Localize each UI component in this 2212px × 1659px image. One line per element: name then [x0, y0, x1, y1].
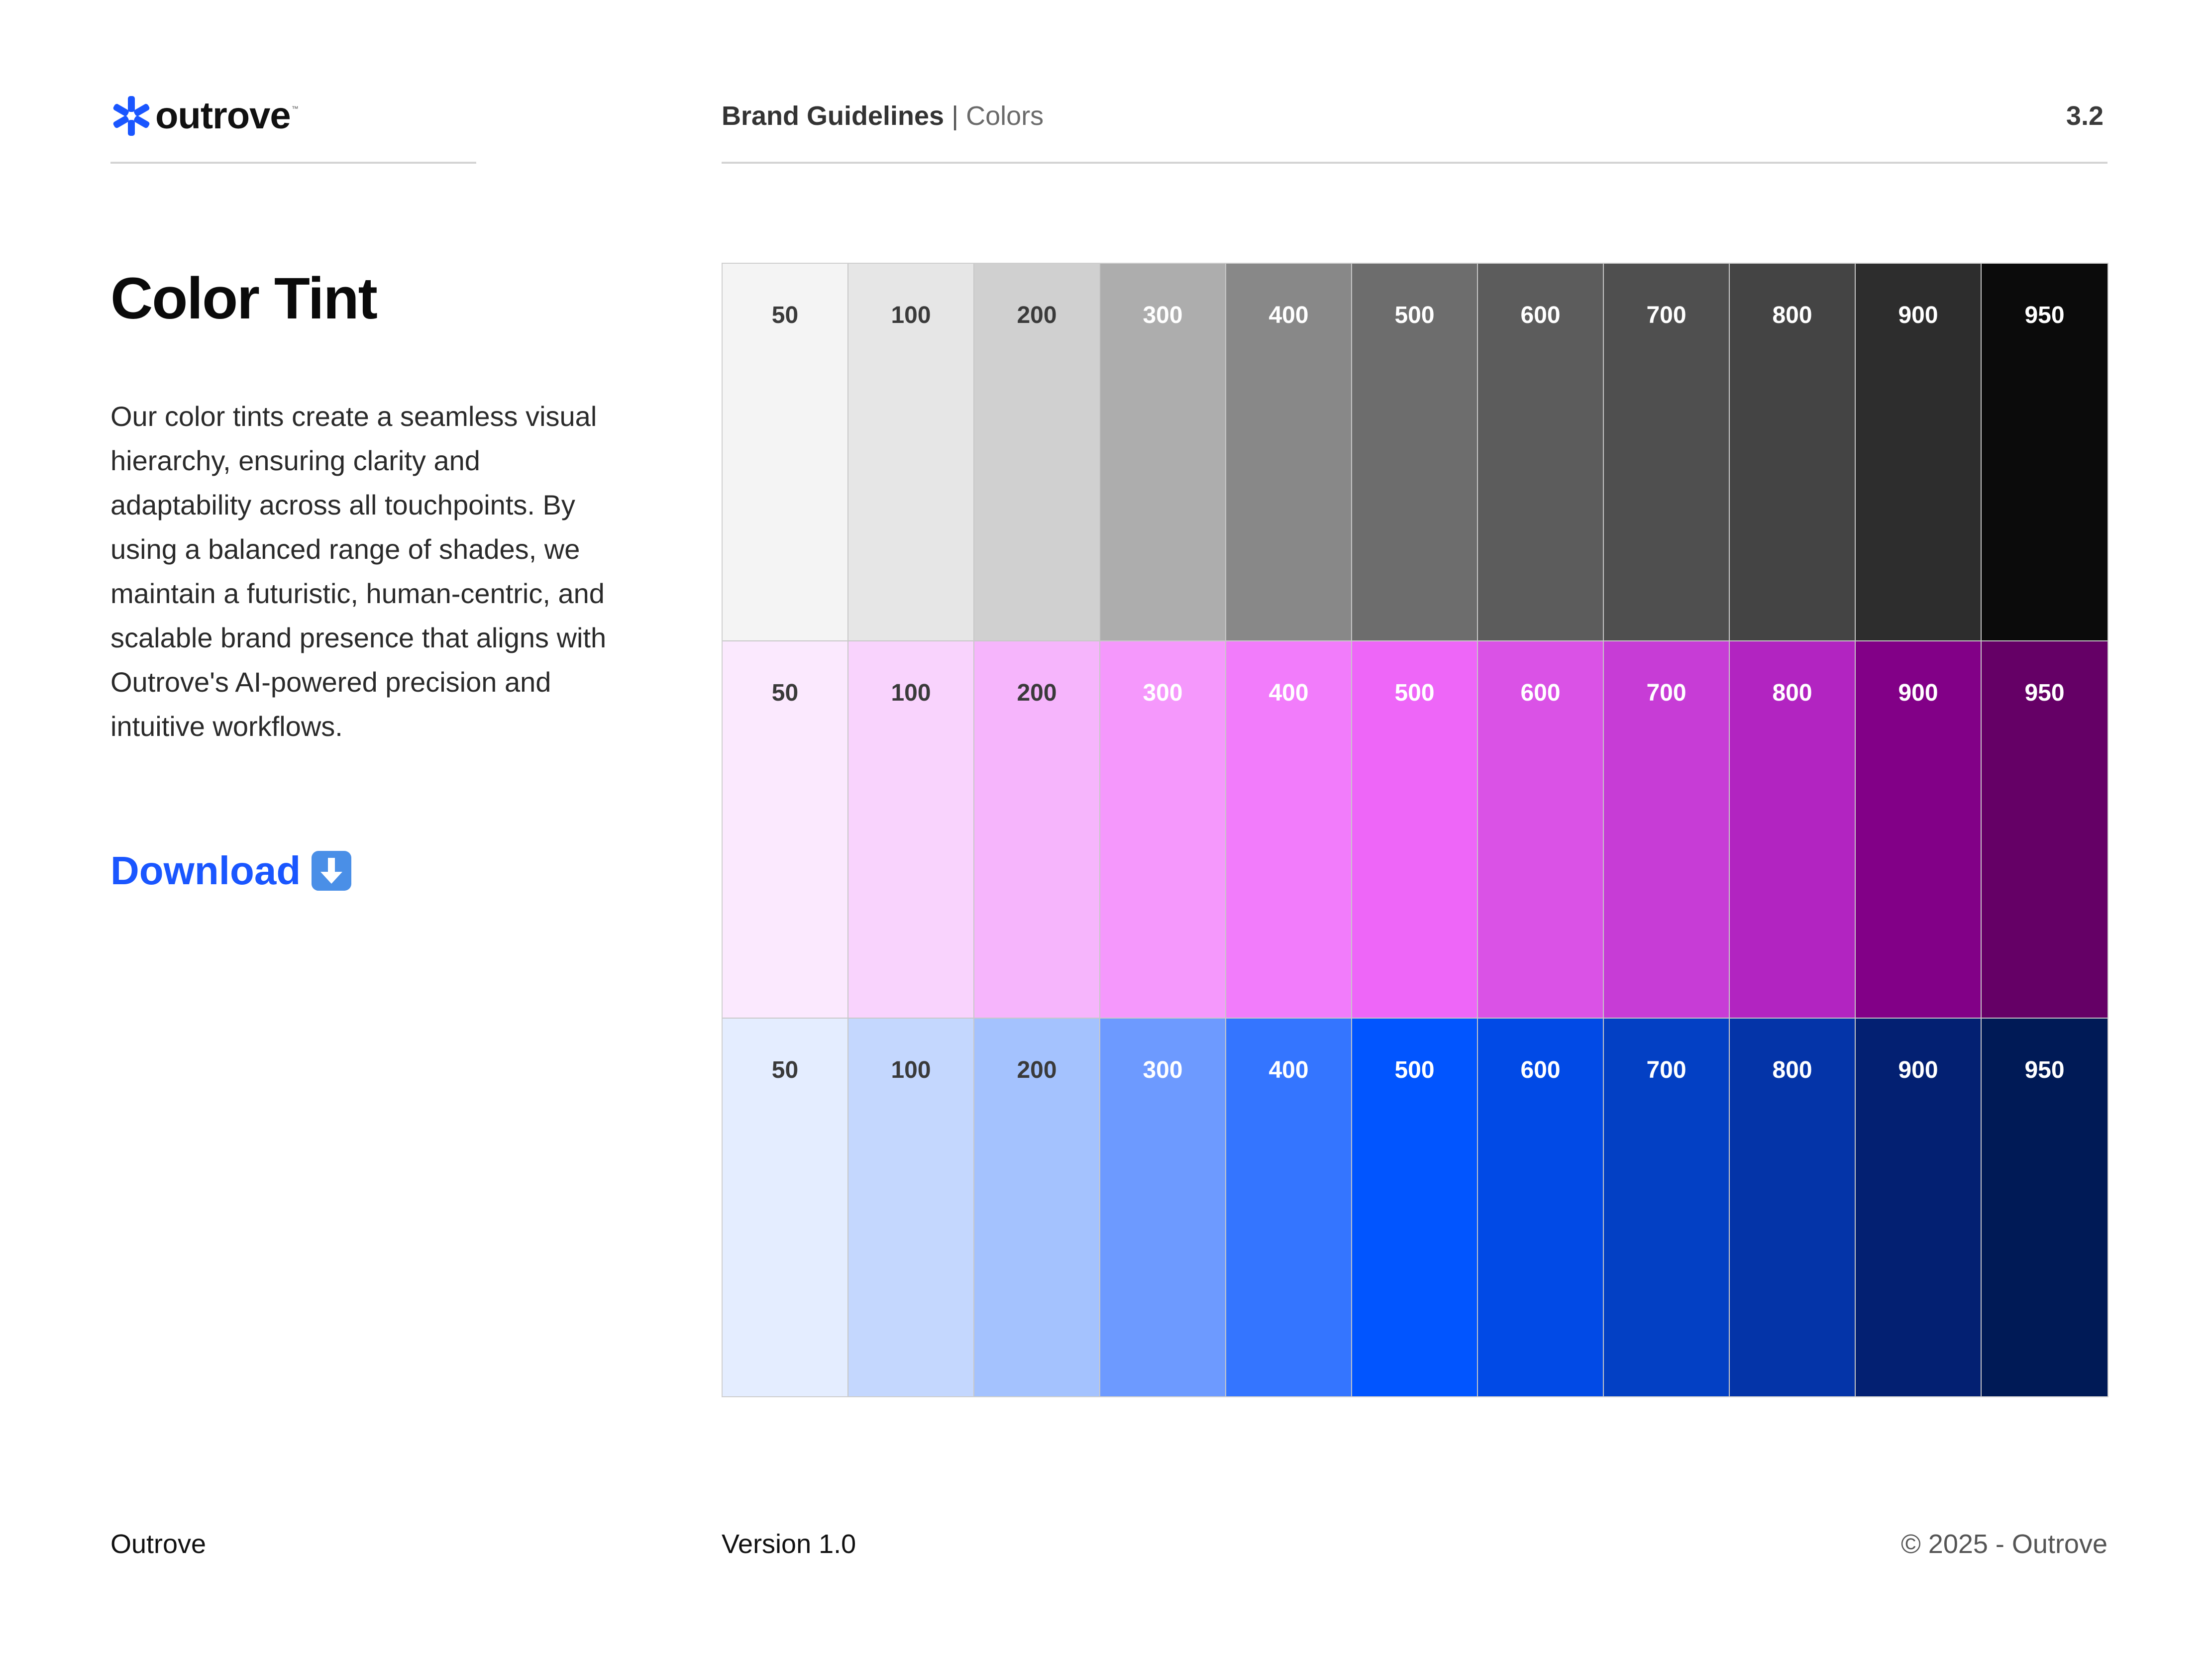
swatch-magenta-500: 500	[1352, 641, 1478, 1019]
swatch-label: 500	[1394, 1057, 1435, 1084]
swatch-label: 300	[1143, 679, 1183, 706]
swatch-magenta-600: 600	[1478, 641, 1604, 1019]
swatch-neutral-400: 400	[1226, 264, 1352, 641]
swatch-label: 50	[771, 302, 799, 328]
breadcrumb: Brand Guidelines | Colors	[722, 100, 1044, 132]
swatch-label: 600	[1520, 302, 1561, 328]
swatch-neutral-600: 600	[1478, 264, 1604, 641]
swatch-neutral-100: 100	[848, 264, 974, 641]
swatch-label: 400	[1268, 302, 1309, 328]
swatch-label: 700	[1646, 679, 1686, 706]
swatch-neutral-500: 500	[1352, 264, 1478, 641]
swatch-label: 200	[1017, 679, 1057, 706]
swatch-label: 200	[1017, 302, 1057, 328]
swatch-label: 800	[1772, 1057, 1812, 1084]
swatch-label: 600	[1520, 679, 1561, 706]
swatch-label: 500	[1394, 679, 1435, 706]
logo-trademark: ™	[291, 104, 299, 112]
swatch-blue-400: 400	[1226, 1019, 1352, 1396]
swatch-neutral-200: 200	[974, 264, 1100, 641]
swatch-label: 300	[1143, 302, 1183, 328]
swatch-label: 400	[1268, 679, 1309, 706]
swatch-label: 50	[771, 1057, 799, 1084]
swatch-label: 50	[771, 679, 799, 706]
breadcrumb-separator: |	[944, 101, 966, 131]
swatch-blue-200: 200	[974, 1019, 1100, 1396]
footer-copyright: © 2025 - Outrove	[1901, 1529, 2107, 1559]
swatch-label: 900	[1898, 1057, 1938, 1084]
color-tint-grid: 50 100 200 300 400 500 600 700 800 900 950 50 100 200…	[722, 263, 2108, 1397]
swatch-label: 950	[2024, 679, 2065, 706]
swatch-label: 800	[1772, 302, 1812, 328]
swatch-blue-800: 800	[1730, 1019, 1856, 1396]
breadcrumb-document: Brand Guidelines	[722, 101, 945, 131]
swatch-magenta-50: 50	[723, 641, 848, 1019]
breadcrumb-section: Colors	[966, 101, 1044, 131]
swatch-neutral-950: 950	[1982, 264, 2107, 641]
swatch-label: 950	[2024, 1057, 2065, 1084]
swatch-neutral-50: 50	[723, 264, 848, 641]
down-arrow-emoji-icon	[312, 851, 352, 891]
swatch-label: 100	[891, 1057, 931, 1084]
swatch-blue-900: 900	[1856, 1019, 1982, 1396]
swatch-blue-300: 300	[1100, 1019, 1226, 1396]
header-divider-right	[722, 162, 2107, 164]
swatch-label: 100	[891, 302, 931, 328]
swatch-label: 300	[1143, 1057, 1183, 1084]
swatch-blue-100: 100	[848, 1019, 974, 1396]
swatch-label: 600	[1520, 1057, 1561, 1084]
page-number: 3.2	[2066, 101, 2104, 131]
swatch-label: 700	[1646, 1057, 1686, 1084]
swatch-magenta-400: 400	[1226, 641, 1352, 1019]
swatch-magenta-700: 700	[1604, 641, 1730, 1019]
swatch-blue-50: 50	[723, 1019, 848, 1396]
footer-brand: Outrove	[110, 1529, 207, 1559]
swatch-neutral-800: 800	[1730, 264, 1856, 641]
swatch-label: 900	[1898, 679, 1938, 706]
swatch-label: 950	[2024, 302, 2065, 328]
swatch-label: 100	[891, 679, 931, 706]
swatch-magenta-800: 800	[1730, 641, 1856, 1019]
header-divider-left	[110, 162, 476, 164]
asterisk-logo-icon	[113, 96, 150, 136]
swatch-magenta-200: 200	[974, 641, 1100, 1019]
swatch-magenta-900: 900	[1856, 641, 1982, 1019]
swatch-label: 800	[1772, 679, 1812, 706]
download-label: Download	[110, 848, 301, 893]
swatch-blue-500: 500	[1352, 1019, 1478, 1396]
page-title: Color Tint	[110, 266, 378, 331]
swatch-blue-700: 700	[1604, 1019, 1730, 1396]
download-link[interactable]: Download	[110, 846, 352, 896]
swatch-label: 400	[1268, 1057, 1309, 1084]
swatch-neutral-900: 900	[1856, 264, 1982, 641]
swatch-blue-950: 950	[1982, 1019, 2107, 1396]
swatch-magenta-950: 950	[1982, 641, 2107, 1019]
brand-logo: outrove ™	[110, 94, 299, 138]
swatch-neutral-700: 700	[1604, 264, 1730, 641]
page-description: Our color tints create a seamless visual…	[110, 401, 607, 742]
swatch-label: 900	[1898, 302, 1938, 328]
swatch-magenta-300: 300	[1100, 641, 1226, 1019]
swatch-label: 500	[1394, 302, 1435, 328]
swatch-magenta-100: 100	[848, 641, 974, 1019]
swatch-neutral-300: 300	[1100, 264, 1226, 641]
swatch-label: 200	[1017, 1057, 1057, 1084]
footer-version: Version 1.0	[722, 1529, 856, 1559]
logo-wordmark: outrove	[155, 95, 291, 137]
swatch-label: 700	[1646, 302, 1686, 328]
swatch-blue-600: 600	[1478, 1019, 1604, 1396]
